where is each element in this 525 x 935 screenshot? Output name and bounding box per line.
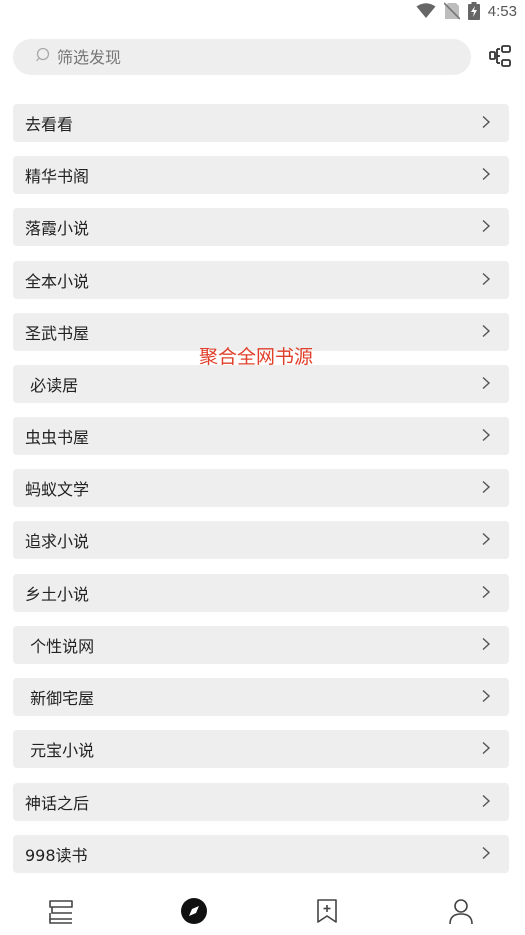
list-item[interactable]: 去看看: [13, 104, 509, 142]
list-item[interactable]: 精华书阁: [13, 156, 509, 194]
search-input[interactable]: [57, 47, 437, 67]
list-item-label: 精华书阁: [25, 167, 90, 186]
list-item-label: 元宝小说: [25, 741, 95, 760]
compass-icon: [180, 897, 208, 929]
list-item-label: 个性说网: [25, 637, 95, 656]
nav-rss[interactable]: [312, 898, 342, 928]
chevron-right-icon: [479, 636, 493, 655]
list-item-label: 新御宅屋: [25, 689, 95, 708]
chevron-right-icon: [479, 218, 493, 237]
list-item[interactable]: 必读居: [13, 365, 509, 403]
nav-discover[interactable]: [179, 898, 209, 928]
chevron-right-icon: [479, 531, 493, 550]
list-item[interactable]: 个性说网: [13, 626, 509, 664]
chevron-right-icon: [479, 584, 493, 603]
list-item[interactable]: 元宝小说: [13, 730, 509, 768]
list-item-label: 去看看: [25, 115, 74, 134]
profile-icon: [447, 897, 475, 929]
list-item[interactable]: 乡土小说: [13, 574, 509, 612]
chevron-right-icon: [479, 271, 493, 290]
chevron-right-icon: [479, 845, 493, 864]
chevron-right-icon: [479, 740, 493, 759]
list-item[interactable]: 新御宅屋: [13, 678, 509, 716]
list-item[interactable]: 神话之后: [13, 783, 509, 821]
chevron-right-icon: [479, 793, 493, 812]
overlay-caption: 聚合全网书源: [199, 346, 314, 368]
list-item-label: 乡土小说: [25, 585, 90, 604]
list-item[interactable]: 落霞小说: [13, 208, 509, 246]
search-icon: [35, 46, 57, 68]
nav-profile[interactable]: [446, 898, 476, 928]
nav-bookshelf[interactable]: [46, 898, 76, 928]
list-item-label: 落霞小说: [25, 219, 90, 238]
list-item-label: 必读居: [25, 376, 79, 395]
chevron-right-icon: [479, 427, 493, 446]
bottom-nav: [0, 890, 525, 935]
list-item-label: 蚂蚁文学: [25, 480, 90, 499]
list-item-label: 998读书: [25, 846, 88, 865]
list-item[interactable]: 全本小说: [13, 261, 509, 299]
chevron-right-icon: [479, 479, 493, 498]
list-item-label: 虫虫书屋: [25, 428, 90, 447]
list-item-label: 追求小说: [25, 532, 90, 551]
list-item[interactable]: 追求小说: [13, 521, 509, 559]
chevron-right-icon: [479, 323, 493, 342]
chevron-right-icon: [479, 166, 493, 185]
chevron-right-icon: [479, 688, 493, 707]
category-group-button[interactable]: [486, 44, 514, 72]
list-item-label: 全本小说: [25, 272, 90, 291]
list-item[interactable]: 998读书: [13, 835, 509, 873]
rss-bookmark-icon: [313, 897, 341, 929]
bookshelf-icon: [47, 897, 75, 929]
wifi-icon: [416, 3, 436, 19]
no-sim-icon: [443, 2, 460, 20]
battery-charging-icon: [467, 2, 480, 20]
status-icons: 4:53: [416, 0, 517, 22]
status-time: 4:53: [487, 2, 517, 20]
category-group-icon: [488, 44, 512, 72]
chevron-right-icon: [479, 114, 493, 133]
status-bar: 4:53: [0, 0, 525, 22]
list-item[interactable]: 蚂蚁文学: [13, 469, 509, 507]
list-item-label: 圣武书屋: [25, 324, 90, 343]
search-bar[interactable]: [13, 39, 471, 75]
chevron-right-icon: [479, 375, 493, 394]
list-item[interactable]: 虫虫书屋: [13, 417, 509, 455]
list-item-label: 神话之后: [25, 794, 90, 813]
